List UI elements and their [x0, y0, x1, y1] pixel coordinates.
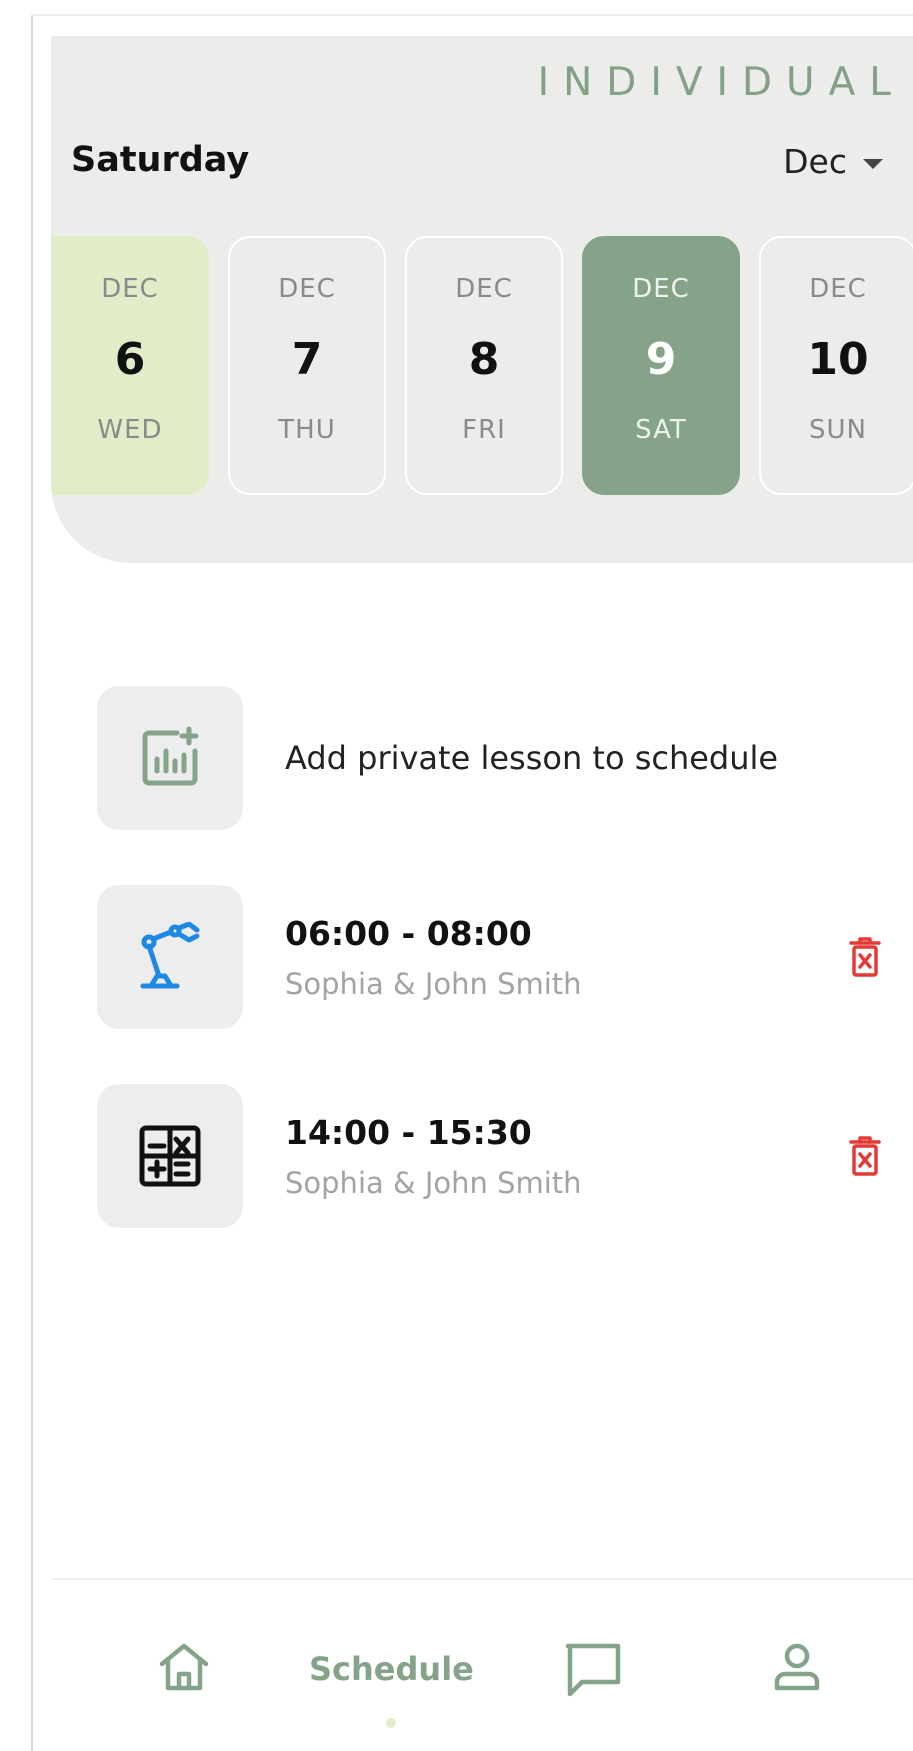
- lesson-people: Sophia & John Smith: [285, 966, 582, 1001]
- lesson-people: Sophia & John Smith: [285, 1165, 582, 1200]
- day-card-8[interactable]: DEC 8 FRI: [405, 236, 563, 495]
- robot-arm-icon: [97, 885, 243, 1029]
- day-card-6[interactable]: DEC 6 WED: [51, 236, 209, 495]
- lesson-list: Add private lesson to schedule 06:00 - 0…: [97, 686, 887, 1283]
- nav-schedule[interactable]: Schedule: [309, 1650, 474, 1728]
- day-card-weekday: FRI: [462, 415, 506, 445]
- nav-home[interactable]: [158, 1642, 210, 1692]
- nav-profile[interactable]: [773, 1642, 821, 1692]
- calendar-header: INDIVIDUAL Saturday Dec DEC 6 WED DEC 7 …: [51, 36, 913, 563]
- trash-icon[interactable]: [843, 933, 887, 981]
- add-lesson-label: Add private lesson to schedule: [285, 739, 779, 777]
- day-card-weekday: WED: [97, 415, 163, 445]
- day-strip: DEC 6 WED DEC 7 THU DEC 8 FRI DEC 9 SAT …: [51, 236, 913, 495]
- brand-title: INDIVIDUAL: [537, 60, 905, 105]
- nav-chat[interactable]: [564, 1642, 622, 1698]
- day-card-weekday: THU: [278, 415, 336, 445]
- active-indicator-dot: [386, 1718, 397, 1728]
- home-icon: [159, 1643, 209, 1691]
- selected-day-name: Saturday: [71, 140, 250, 180]
- frame-top-border: [31, 14, 913, 16]
- day-card-10[interactable]: DEC 10 SUN: [759, 236, 913, 495]
- trash-icon[interactable]: [843, 1132, 887, 1180]
- add-lesson-row[interactable]: Add private lesson to schedule: [97, 686, 887, 830]
- day-card-number: 6: [114, 334, 146, 385]
- day-card-month: DEC: [455, 274, 513, 304]
- chat-icon: [565, 1643, 621, 1697]
- day-card-month: DEC: [101, 274, 159, 304]
- day-card-number: 9: [645, 334, 677, 385]
- month-dropdown[interactable]: Dec: [783, 142, 883, 181]
- nav-schedule-label: Schedule: [309, 1650, 474, 1688]
- profile-icon: [774, 1643, 820, 1691]
- caret-down-icon: [863, 158, 883, 169]
- day-card-month: DEC: [809, 274, 867, 304]
- day-card-number: 8: [468, 334, 500, 385]
- day-card-weekday: SUN: [809, 415, 867, 445]
- lesson-time: 06:00 - 08:00: [285, 913, 532, 953]
- day-card-9[interactable]: DEC 9 SAT: [582, 236, 740, 495]
- month-dropdown-value: Dec: [783, 142, 847, 181]
- calculator-icon: [97, 1084, 243, 1228]
- day-card-weekday: SAT: [635, 415, 687, 445]
- frame-left-border: [31, 14, 33, 1751]
- lesson-row[interactable]: 06:00 - 08:00 Sophia & John Smith: [97, 885, 887, 1029]
- day-card-month: DEC: [632, 274, 690, 304]
- add-chart-icon: [97, 686, 243, 830]
- day-card-7[interactable]: DEC 7 THU: [228, 236, 386, 495]
- day-card-number: 10: [807, 334, 869, 385]
- lesson-time: 14:00 - 15:30: [285, 1112, 532, 1152]
- bottom-nav: Schedule: [51, 1580, 913, 1751]
- lesson-row[interactable]: 14:00 - 15:30 Sophia & John Smith: [97, 1084, 887, 1228]
- day-card-month: DEC: [278, 274, 336, 304]
- day-card-number: 7: [291, 334, 323, 385]
